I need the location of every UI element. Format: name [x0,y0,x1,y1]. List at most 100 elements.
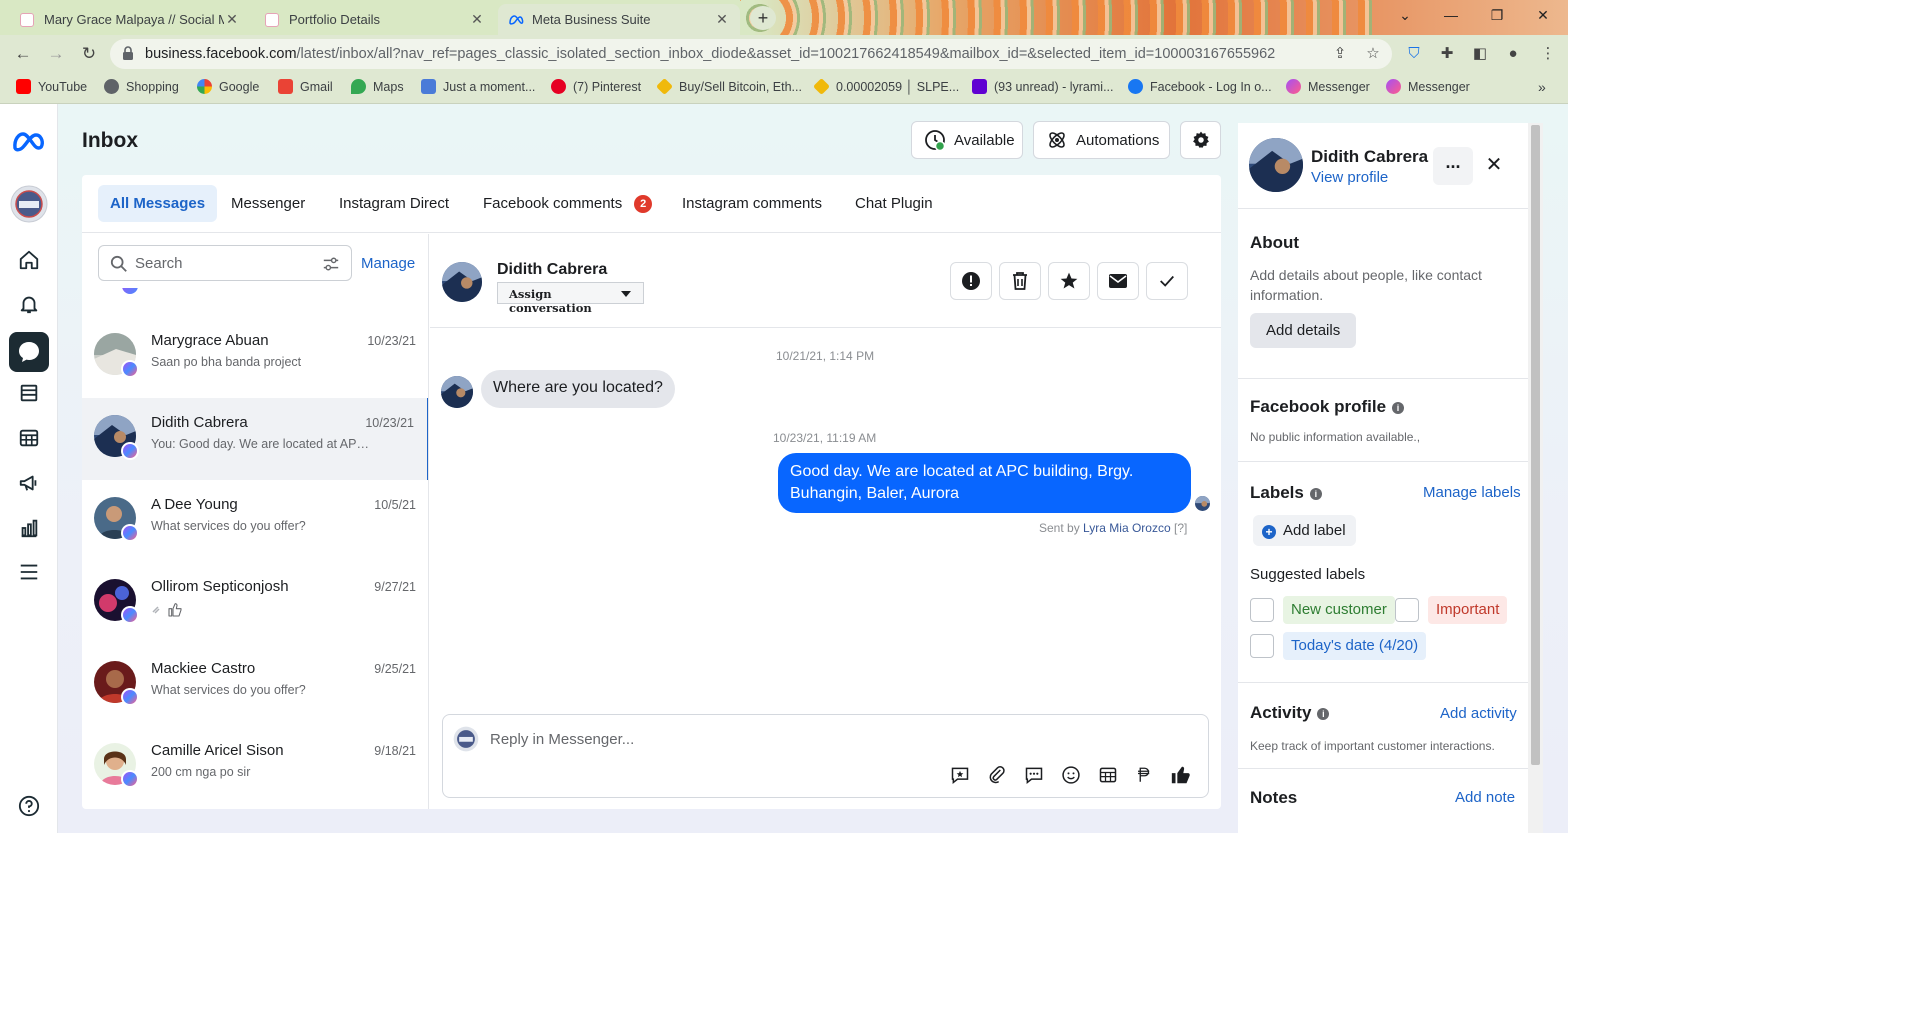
label-important[interactable]: Important [1428,596,1508,624]
manage-labels-link[interactable]: Manage labels [1423,484,1521,501]
close-window-icon[interactable]: ✕ [1528,7,1558,24]
info-icon[interactable]: i [1317,708,1330,720]
add-label-button[interactable]: + Add label [1253,515,1356,546]
delete-button[interactable] [999,262,1041,300]
mark-done-button[interactable] [1146,262,1188,300]
planner-table-icon[interactable] [13,422,45,454]
bookmark-youtube[interactable]: YouTube [16,79,87,94]
meta-logo-icon[interactable] [10,126,48,158]
bookmark-slpe[interactable]: 0.00002059 │ SLPE... [813,78,959,95]
reply-input[interactable]: Reply in Messenger... [490,731,634,748]
bookmark-gmail[interactable]: Gmail [278,79,333,94]
profile-avatar-icon[interactable]: ● [1503,44,1523,64]
more-bookmarks-icon[interactable]: » [1538,79,1546,95]
new-tab-button[interactable]: + [750,6,776,30]
reply-composer[interactable]: Reply in Messenger... [442,714,1209,798]
bookmark-yahoo-mail[interactable]: (93 unread) - lyrami... [972,79,1113,94]
all-tools-menu-icon[interactable] [13,556,45,588]
extension-shield-icon[interactable]: ⛉ [1404,44,1424,64]
label-checkbox-new-customer[interactable] [1250,598,1274,622]
tab-all-messages[interactable]: All Messages [98,185,218,222]
bookmark-pinterest[interactable]: (7) Pinterest [551,79,641,94]
tab-messenger[interactable]: Messenger [219,185,317,222]
ads-megaphone-icon[interactable] [13,467,45,499]
share-icon[interactable]: ⇪ [1330,44,1350,64]
label-checkbox-todays-date[interactable] [1250,634,1274,658]
tab-instagram-direct[interactable]: Instagram Direct [327,185,461,222]
label-todays-date[interactable]: Today's date (4/20) [1283,632,1427,660]
tab-search-icon[interactable]: ⌄ [1390,7,1420,24]
settings-gear-button[interactable] [1180,121,1221,159]
list-item[interactable]: Ollirom Septiconjosh 9/27/21 [82,562,428,644]
sent-by-help[interactable]: [?] [1174,521,1187,535]
bookmark-star-icon[interactable]: ☆ [1363,44,1383,64]
chrome-menu-icon[interactable]: ⋮ [1538,44,1558,64]
more-options-button[interactable]: ... [1433,147,1473,185]
panel-scrollbar[interactable] [1528,123,1543,833]
home-icon[interactable] [13,244,45,276]
side-panel-icon[interactable]: ◧ [1470,44,1490,64]
extensions-puzzle-icon[interactable]: ✚ [1437,44,1457,64]
tab-chat-plugin[interactable]: Chat Plugin [843,185,945,222]
contact-avatar[interactable] [442,262,482,302]
attachment-paperclip-icon[interactable] [986,764,1008,786]
filter-sliders-icon[interactable] [322,255,340,273]
saved-replies-icon[interactable] [949,764,971,786]
reload-icon[interactable]: ↻ [78,43,100,65]
thread-contact-name[interactable]: Didith Cabrera [497,261,607,279]
tab-instagram-comments[interactable]: Instagram comments [670,185,834,222]
assign-conversation-dropdown[interactable]: Assign conversation [497,282,644,315]
notifications-bell-icon[interactable] [13,288,45,320]
close-tab-icon[interactable]: ✕ [714,11,730,28]
add-details-button[interactable]: Add details [1250,313,1357,348]
page-avatar[interactable] [9,184,49,224]
bookmark-facebook[interactable]: Facebook - Log In o... [1128,79,1272,94]
info-icon[interactable]: i [1392,402,1405,414]
minimize-icon[interactable]: — [1436,7,1466,23]
bookmark-messenger-2[interactable]: Messenger [1386,79,1470,94]
bookmark-maps[interactable]: Maps [351,79,404,94]
bookmark-google[interactable]: Google [197,79,259,94]
browser-tab-3[interactable]: Meta Business Suite ✕ [498,4,740,35]
forward-icon[interactable]: → [45,43,67,65]
bookmark-binance[interactable]: Buy/Sell Bitcoin, Eth... [656,78,802,95]
add-activity-link[interactable]: Add activity [1440,705,1517,722]
bookmark-just-a-moment[interactable]: Just a moment... [421,79,535,94]
sender-name-link[interactable]: Lyra Mia Orozco [1083,521,1171,535]
peso-payment-icon[interactable] [1133,764,1155,786]
address-bar[interactable]: business.facebook.com/latest/inbox/all?n… [110,39,1392,69]
maximize-icon[interactable]: ❐ [1482,7,1512,24]
browser-tab-2[interactable]: Portfolio Details ✕ [255,4,495,35]
manage-link[interactable]: Manage [361,255,415,272]
insights-bar-chart-icon[interactable] [13,512,45,544]
list-item[interactable]: Marygrace Abuan 10/23/21 Saan po bha ban… [82,316,428,398]
mark-unread-button[interactable] [1097,262,1139,300]
tab-facebook-comments[interactable]: Facebook comments 2 [471,185,664,222]
inbox-chat-icon[interactable] [9,332,49,372]
close-tab-icon[interactable]: ✕ [224,11,240,28]
mark-spam-button[interactable] [950,262,992,300]
close-tab-icon[interactable]: ✕ [469,11,485,28]
close-panel-icon[interactable]: ✕ [1482,150,1506,180]
view-profile-link[interactable]: View profile [1311,169,1388,186]
thumbs-up-send-icon[interactable] [1170,764,1192,786]
automations-button[interactable]: Automations [1033,121,1170,159]
label-checkbox-important[interactable] [1395,598,1419,622]
scrollbar-thumb[interactable] [1531,125,1540,765]
bookmark-shopping[interactable]: Shopping [104,79,179,94]
faq-chat-icon[interactable] [1023,764,1045,786]
content-posts-icon[interactable] [13,377,45,409]
list-item[interactable]: A Dee Young 10/5/21 What services do you… [82,480,428,562]
add-note-link[interactable]: Add note [1455,789,1515,806]
info-icon[interactable]: i [1309,488,1322,500]
emoji-icon[interactable] [1060,764,1082,786]
list-item[interactable]: Camille Aricel Sison 9/18/21 200 cm nga … [82,726,428,808]
availability-button[interactable]: Available [911,121,1023,159]
browser-tab-1[interactable]: Mary Grace Malpaya // Social Me ✕ [10,4,250,35]
help-icon[interactable] [13,790,45,822]
appointments-table-icon[interactable] [1097,764,1119,786]
search-input[interactable]: Search [98,245,352,281]
star-button[interactable] [1048,262,1090,300]
back-icon[interactable]: ← [12,43,34,65]
list-item-selected[interactable]: Didith Cabrera 10/23/21 You: Good day. W… [82,398,428,480]
